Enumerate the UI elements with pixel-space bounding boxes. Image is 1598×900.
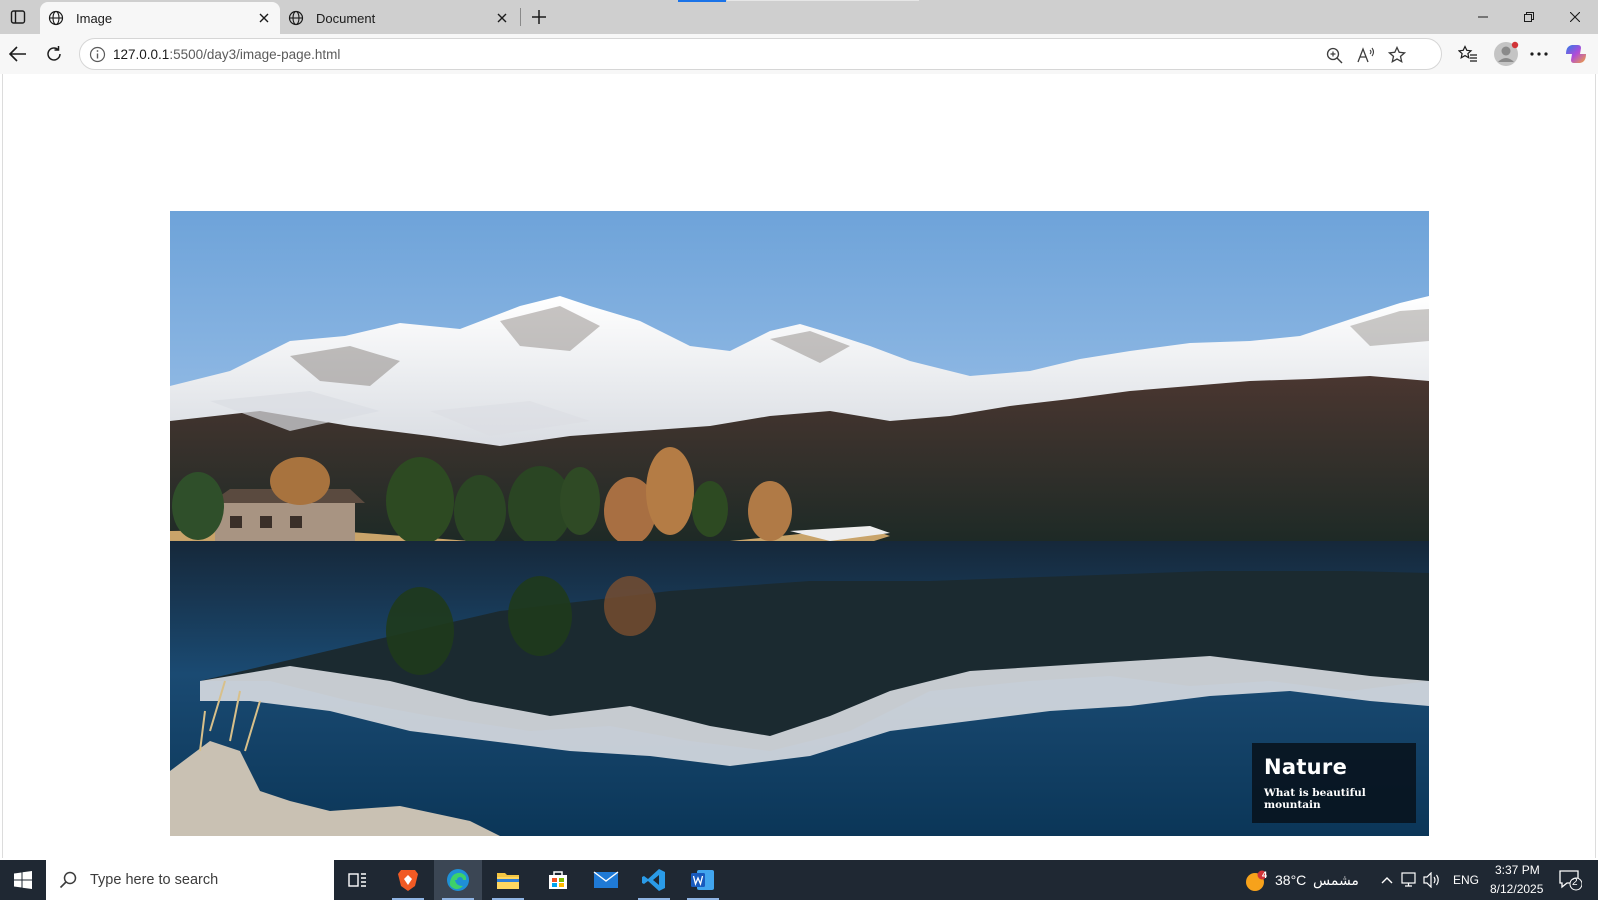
windows-taskbar: Type here to search 4 38°C مشمس ENG 3:37… bbox=[0, 860, 1598, 900]
vscode-icon[interactable] bbox=[630, 860, 678, 900]
file-explorer-icon[interactable] bbox=[484, 860, 532, 900]
start-button[interactable] bbox=[0, 860, 46, 900]
caption-title: Nature bbox=[1264, 755, 1348, 779]
loading-indicator bbox=[678, 0, 726, 2]
search-icon bbox=[46, 871, 90, 889]
close-tab-icon[interactable] bbox=[256, 10, 272, 26]
site-info-icon[interactable] bbox=[89, 46, 106, 63]
edge-browser-icon[interactable] bbox=[434, 860, 482, 900]
windows-logo-icon bbox=[14, 871, 32, 889]
tab-separator bbox=[520, 8, 521, 26]
input-language[interactable]: ENG bbox=[1453, 873, 1479, 887]
search-placeholder: Type here to search bbox=[90, 872, 219, 888]
mail-icon[interactable] bbox=[582, 860, 630, 900]
clock-date[interactable]: 8/12/2025 bbox=[1490, 882, 1543, 896]
chevron-up-icon[interactable] bbox=[1377, 870, 1397, 890]
minimize-button[interactable] bbox=[1460, 4, 1506, 30]
nature-photo: Nature What is beautiful mountain bbox=[170, 211, 1429, 836]
globe-icon bbox=[48, 9, 66, 27]
notification-count: 2 bbox=[1572, 877, 1578, 888]
weather-temp[interactable]: 38°C bbox=[1275, 872, 1306, 888]
read-aloud-icon[interactable] bbox=[1356, 45, 1376, 65]
image-caption: Nature What is beautiful mountain bbox=[1252, 743, 1416, 823]
more-options-icon[interactable] bbox=[1527, 42, 1551, 66]
clock-time[interactable]: 3:37 PM bbox=[1495, 863, 1540, 877]
address-bar[interactable]: 127.0.0.1:5500/day3/image-page.html bbox=[79, 38, 1442, 70]
loading-track bbox=[727, 0, 919, 1]
browser-tab-bar: Image Document bbox=[0, 0, 1598, 34]
weather-badge: 4 bbox=[1262, 870, 1268, 880]
mountain-lake-image bbox=[170, 211, 1429, 836]
caption-subtitle: What is beautiful mountain bbox=[1264, 787, 1366, 811]
tab-image[interactable]: Image bbox=[40, 2, 280, 34]
taskbar-search[interactable]: Type here to search bbox=[46, 860, 334, 900]
microsoft-store-icon[interactable] bbox=[534, 860, 582, 900]
globe-icon bbox=[288, 9, 306, 27]
volume-icon[interactable] bbox=[1422, 870, 1442, 890]
url-host: 127.0.0.1 bbox=[113, 47, 170, 62]
web-page: Nature What is beautiful mountain bbox=[2, 74, 1596, 858]
close-tab-icon[interactable] bbox=[494, 10, 510, 26]
task-view-button[interactable] bbox=[334, 860, 382, 900]
tab-actions-icon[interactable] bbox=[7, 6, 29, 28]
back-button[interactable] bbox=[5, 41, 31, 67]
tab-title: Document bbox=[316, 10, 376, 26]
close-window-button[interactable] bbox=[1552, 4, 1598, 30]
network-icon[interactable] bbox=[1400, 870, 1420, 890]
url-path: :5500/day3/image-page.html bbox=[169, 47, 341, 62]
new-tab-button[interactable] bbox=[527, 5, 551, 29]
brave-browser-icon[interactable] bbox=[384, 860, 432, 900]
browser-toolbar: 127.0.0.1:5500/day3/image-page.html bbox=[0, 34, 1598, 74]
restore-button[interactable] bbox=[1506, 4, 1552, 30]
word-icon[interactable] bbox=[679, 860, 727, 900]
copilot-icon[interactable] bbox=[1564, 42, 1588, 66]
favorite-star-icon[interactable] bbox=[1387, 45, 1407, 65]
weather-condition[interactable]: مشمس bbox=[1313, 872, 1359, 889]
favorites-icon[interactable] bbox=[1456, 42, 1480, 66]
profile-avatar[interactable] bbox=[1492, 40, 1520, 68]
tab-document[interactable]: Document bbox=[280, 2, 518, 34]
zoom-icon[interactable] bbox=[1324, 45, 1344, 65]
refresh-button[interactable] bbox=[41, 41, 67, 67]
url-text: 127.0.0.1:5500/day3/image-page.html bbox=[113, 47, 340, 62]
tab-title: Image bbox=[76, 10, 113, 26]
notification-icon[interactable] bbox=[1557, 869, 1583, 891]
